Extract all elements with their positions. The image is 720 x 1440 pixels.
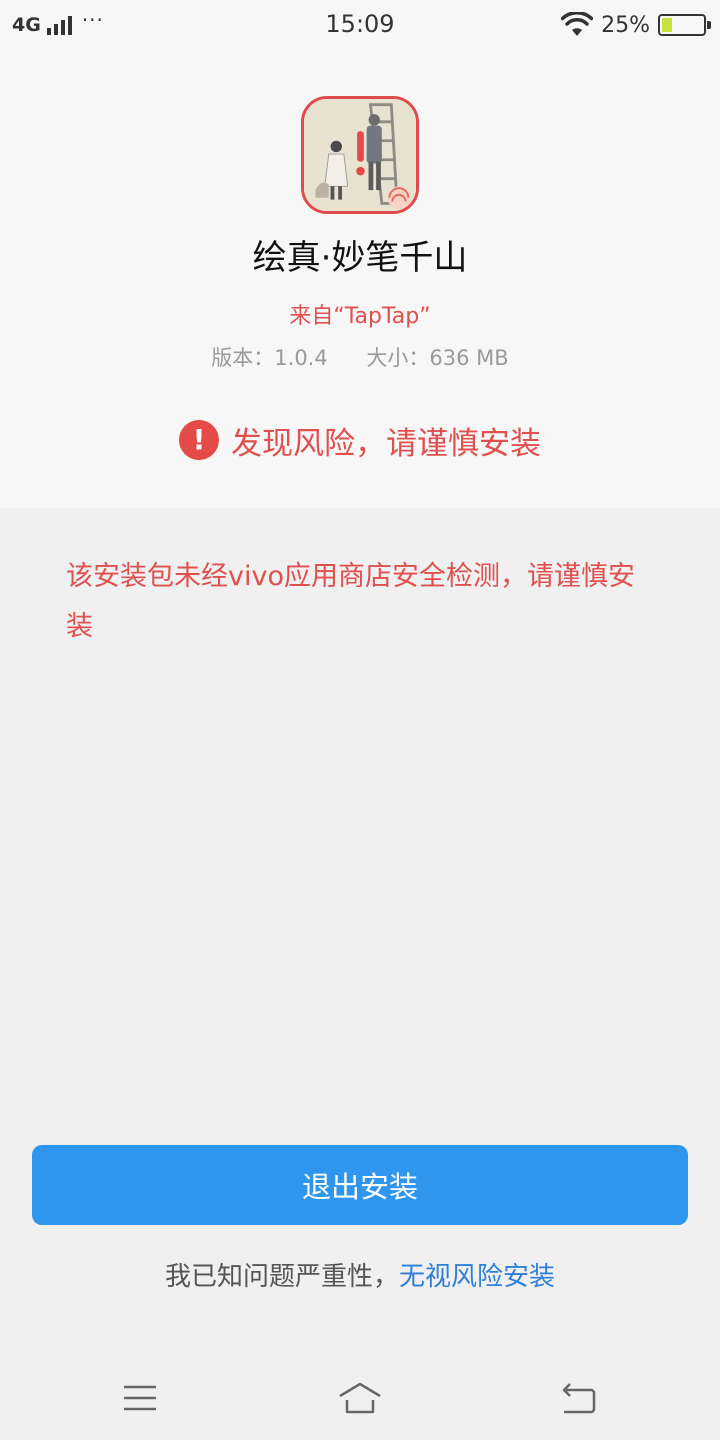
app-name: 绘真·妙笔千山 (252, 238, 468, 278)
app-meta: 版本：1.0.4 大小：636 MB (0, 342, 720, 372)
navigation-bar (0, 1360, 720, 1440)
wifi-icon (561, 12, 594, 36)
warning-mark-icon (357, 131, 364, 162)
menu-icon[interactable] (116, 1378, 164, 1418)
home-icon[interactable] (336, 1378, 384, 1418)
battery-level (662, 18, 672, 32)
app-version: 版本：1.0.4 (211, 346, 328, 370)
risk-warning: ! 发现风险，请谨慎安装 (0, 418, 720, 462)
alert-icon: ! (179, 420, 219, 460)
risk-description: 该安装包未经vivo应用商店安全检测，请谨慎安装 (66, 561, 635, 642)
ignore-risk-row: 我已知问题严重性，无视风险安装 (0, 1256, 720, 1293)
risk-title: 发现风险，请谨慎安装 (231, 425, 541, 462)
ignore-risk-install-link[interactable]: 无视风险安装 (399, 1262, 555, 1292)
app-info-card: 绘真·妙笔千山 来自“TapTap” 版本：1.0.4 大小：636 MB ! … (0, 52, 720, 508)
exit-install-button[interactable]: 退出安装 (32, 1145, 688, 1225)
battery-icon (658, 14, 711, 36)
app-size: 大小：636 MB (366, 346, 509, 370)
ignore-risk-prefix: 我已知问题严重性， (164, 1262, 399, 1292)
status-bar: 4G ··· 15:09 25% (0, 0, 720, 52)
app-icon (301, 96, 419, 214)
status-right: 25% (561, 11, 711, 39)
app-icon-artwork (304, 99, 416, 211)
app-source: 来自“TapTap” (289, 304, 431, 329)
battery-percent: 25% (601, 12, 650, 38)
back-icon[interactable] (556, 1378, 604, 1418)
